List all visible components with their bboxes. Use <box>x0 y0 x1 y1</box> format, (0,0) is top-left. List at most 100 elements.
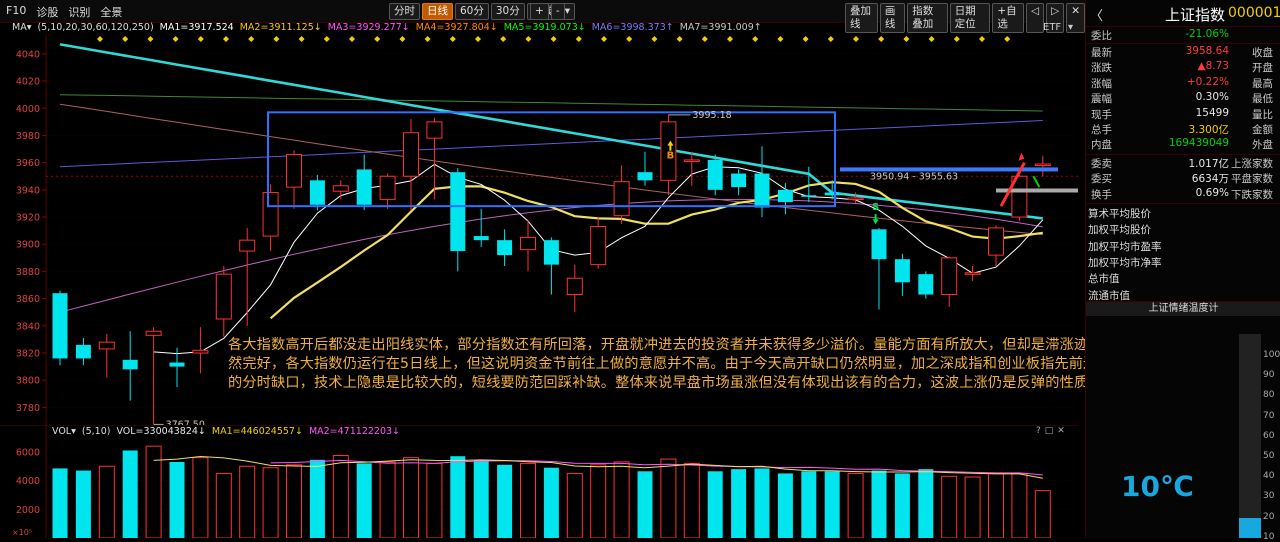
volume-bar <box>660 458 677 538</box>
thermometer-tick: 60 <box>1263 430 1275 441</box>
volume-bar <box>450 456 466 538</box>
quote-row-label-2: 收盘 <box>1252 47 1273 59</box>
sell-arrow-icon <box>872 214 879 225</box>
etf-dropdown-arrow[interactable]: ▾ <box>1068 22 1073 33</box>
volume-bar <box>918 469 934 538</box>
candle-body <box>286 153 302 188</box>
quote-row-value: 1.017亿 <box>1188 158 1229 170</box>
event-marker <box>651 36 658 42</box>
quote-row: 内盘 169439049 外盘 <box>1086 137 1280 152</box>
up-trend-arrowhead <box>1018 152 1025 161</box>
y-tick-label: 3940 <box>16 185 40 196</box>
date-locate-button[interactable]: 日期定位 <box>949 3 991 33</box>
event-marker <box>323 36 330 42</box>
ma-dropdown[interactable]: MA▾ <box>12 22 31 35</box>
candle-body <box>473 236 489 241</box>
candle-body <box>169 362 185 367</box>
event-marker <box>449 36 456 42</box>
thermometer-tick: 40 <box>1263 471 1275 482</box>
y-tick-label: 3860 <box>16 294 40 305</box>
recognize-link[interactable]: 识别 <box>68 4 90 20</box>
volume-bar <box>590 464 607 538</box>
candle-body <box>450 172 466 252</box>
volume-bar <box>894 473 910 538</box>
volume-chart[interactable]: 6000 4000 2000 ×10⁵ <box>0 425 1078 538</box>
thermometer-tick: 30 <box>1263 491 1275 502</box>
volume-bar <box>215 472 232 538</box>
quote-row-label-2: 金额 <box>1252 124 1273 136</box>
event-marker <box>676 36 683 42</box>
candle-body <box>847 197 864 201</box>
high-price-label: 3995.18 <box>692 110 731 121</box>
add-watchlist-button[interactable]: +自选 <box>992 3 1025 33</box>
quote-row-label: 委卖 <box>1091 158 1112 170</box>
prev-arrow-icon[interactable]: ◁ <box>1026 3 1045 33</box>
quote-row-value: 15499 <box>1195 106 1229 119</box>
panorama-link[interactable]: 全景 <box>100 4 122 20</box>
quote-row-label: 涨幅 <box>1091 77 1112 90</box>
quote-row-value: 0.69% <box>1195 186 1229 199</box>
event-marker <box>122 36 129 42</box>
period-30min-button[interactable]: 30分 <box>490 3 525 20</box>
f10-link[interactable]: F10 <box>6 4 26 20</box>
event-marker <box>601 36 607 42</box>
index-overlay-button[interactable]: 指数叠加 <box>907 3 948 33</box>
quote-row-label: 现手 <box>1091 108 1112 121</box>
down-trend-arrow-icon <box>1032 175 1041 188</box>
period-intraday-button[interactable]: 分时 <box>389 3 420 20</box>
quote-row-label: 最新 <box>1091 47 1112 59</box>
event-marker <box>903 36 910 42</box>
event-marker <box>802 36 809 42</box>
ma-60-line <box>59 94 1043 112</box>
candle-body <box>75 344 91 359</box>
event-marker <box>147 36 154 42</box>
ma-legend: MA▾ (5,10,20,30,60,120,250) MA1=3917.524… <box>12 22 762 35</box>
event-marker <box>752 36 759 42</box>
thermometer-track <box>1239 334 1261 538</box>
quote-row-value: ▲8.73 <box>1197 60 1229 73</box>
volume-bar <box>1034 490 1051 538</box>
quote-row-value: 169439049 <box>1168 137 1229 150</box>
event-marker <box>172 36 179 42</box>
zoom-in-button[interactable]: + <box>530 3 549 20</box>
index-stat-label: 算术平均股价 <box>1088 208 1151 220</box>
index-stat-label: 加权平均市盈率 <box>1088 240 1162 253</box>
candle-body <box>1034 163 1051 167</box>
volume-bar <box>497 464 513 538</box>
overlay-line-button[interactable]: 叠加线 <box>845 3 878 33</box>
candle-body <box>122 359 138 370</box>
ma6-value: MA6=3998.373↑ <box>591 22 674 33</box>
volume-bar <box>239 465 256 538</box>
zoom-out-button[interactable]: - <box>550 3 565 20</box>
period-60min-button[interactable]: 60分 <box>455 3 489 20</box>
candle-body <box>777 189 793 203</box>
index-name: 上证指数 <box>1165 6 1226 24</box>
quote-row-label-2: 平盘家数 <box>1231 173 1273 186</box>
candle-body <box>520 236 536 251</box>
volume-bar <box>403 457 419 538</box>
quote-row-value: 3.300亿 <box>1188 124 1229 136</box>
diagnose-link[interactable]: 诊股 <box>36 4 58 20</box>
candle-body <box>403 132 419 177</box>
volume-bar <box>473 460 489 538</box>
index-stat-label: 加权平均市净率 <box>1088 256 1162 269</box>
ma-120-line <box>59 43 1043 220</box>
volume-bar <box>566 472 583 538</box>
quote-row-label-2: 外盘 <box>1252 139 1273 152</box>
volume-bar <box>426 462 443 538</box>
etf-label[interactable]: ETF <box>1043 22 1061 33</box>
quote-row-value: +0.22% <box>1186 75 1229 88</box>
candle-body <box>98 341 115 350</box>
zoom-controls: + - <box>530 3 565 20</box>
quote-row-label: 内盘 <box>1091 139 1112 152</box>
quote-row-label: 涨跌 <box>1091 62 1112 75</box>
candle-body <box>637 172 653 181</box>
thermometer-tick: 20 <box>1263 511 1275 522</box>
period-daily-button[interactable]: 日线 <box>422 3 453 20</box>
quote-row: 换手 0.69% 下跌家数 <box>1086 187 1280 202</box>
volume-bar <box>98 465 115 538</box>
event-marker <box>626 36 633 42</box>
back-icon[interactable]: 〈 <box>1090 5 1103 24</box>
draw-line-button[interactable]: 画线 <box>879 3 906 33</box>
volume-bar <box>75 470 91 538</box>
